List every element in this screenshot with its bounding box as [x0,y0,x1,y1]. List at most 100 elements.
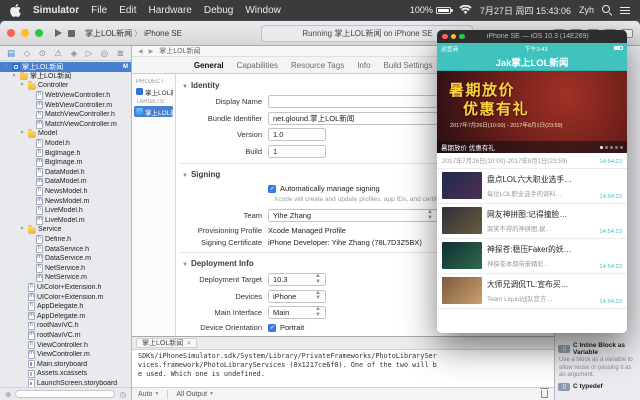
zoom-window-button[interactable] [35,29,43,37]
news-list-item[interactable]: 大师兄调侃TL:宣布买… Team Liquid战队官方… 14:54:23 [437,274,627,309]
navigator-file-row[interactable]: NewsModel.m [0,196,131,206]
zoom-window-button[interactable] [459,33,465,40]
report-navigator-icon[interactable]: ≣ [117,48,124,59]
run-button[interactable] [55,29,62,37]
snippet-item[interactable]: { } C Inline Block as Variable Use a blo… [558,342,637,379]
navigator-file-row[interactable]: BigImage.h [0,148,131,158]
news-list-item[interactable]: 神探苍:稳压Faker的妖… 神探苍本期带来精彩… 14:54:23 [437,239,627,274]
navigator-file-row[interactable]: DataService.m [0,254,131,264]
navigator-file-row[interactable]: NetService.m [0,273,131,283]
navigator-file-row[interactable]: UIColor+Extension.m [0,292,131,302]
close-window-button[interactable] [442,33,448,40]
version-field[interactable]: 1.0 [268,128,326,141]
issue-navigator-icon[interactable]: ⚠ [54,48,62,59]
navigator-file-row[interactable]: DataService.h [0,244,131,254]
find-navigator-icon[interactable]: ⊙ [39,48,46,59]
navigator-file-row[interactable]: ViewController.m [0,350,131,360]
test-navigator-icon[interactable]: ◈ [71,48,78,59]
settings-tab[interactable]: Info [357,61,370,70]
display-name-field[interactable] [268,95,438,108]
disclosure-triangle-icon[interactable] [11,74,17,80]
navigator-file-row[interactable]: Model.h [0,139,131,149]
devices-popup[interactable]: iPhone ▲ ▼ [268,289,326,303]
breakpoint-navigator-icon[interactable]: ◎ [101,48,108,59]
navigator-file-row[interactable]: NewsModel.h [0,187,131,197]
orientation-checkbox[interactable] [268,323,276,332]
forward-icon[interactable]: ▶ [149,48,154,55]
navigator-file-row[interactable]: BigImage.m [0,158,131,168]
navigator-file-row[interactable]: MatchViewController.m [0,120,131,130]
menubar-item[interactable]: File [91,5,107,16]
scheme-selector[interactable]: 掌上LOL新闻〉 iPhone SE [85,28,182,39]
disclosure-triangle-icon[interactable] [19,131,25,137]
news-list-item[interactable]: 盘点LOL六大职业选手… 每位LOL职业选手的资料… 14:54:23 [437,169,627,204]
close-icon[interactable]: ✕ [186,340,191,347]
stop-button[interactable] [68,29,75,37]
menubar-item[interactable]: Simulator [33,5,79,16]
close-window-button[interactable] [7,29,15,37]
project-item[interactable]: 掌上LOL新闻 [134,86,173,97]
navigator-file-row[interactable]: Main.storyboard [0,359,131,369]
bundle-identifier-field[interactable]: net.glound.掌上LOL新闻 [268,111,438,125]
auto-signing-checkbox[interactable] [268,184,276,193]
project-navigator-icon[interactable]: ▤ [7,48,15,59]
navigator-file-row[interactable]: Service [0,225,131,235]
breadcrumb[interactable]: 掌上LOL新闻 [159,46,200,56]
navigator-file-row[interactable]: Assets.xcassets [0,369,131,379]
minimize-window-button[interactable] [21,29,29,37]
settings-tab[interactable]: Resource Tags [291,61,344,70]
build-field[interactable]: 1 [268,144,326,158]
settings-tab[interactable]: General [194,61,224,70]
navigator-file-row[interactable]: AppDelegate.h [0,302,131,312]
recent-files-filter-icon[interactable]: ◷ [119,390,126,399]
symbol-navigator-icon[interactable]: ◇ [24,48,31,59]
navigator-file-row[interactable]: rootNaviVC.m [0,331,131,341]
variables-scope-popup[interactable]: Auto ▼ [138,391,159,398]
settings-tab[interactable]: Build Settings [384,61,433,70]
news-list-item[interactable]: 2017年7月26日(10:00)-2017年8月1日(23:59) 14:54… [437,153,627,169]
navigator-file-row[interactable]: MatchViewController.h [0,110,131,120]
navigator-file-row[interactable]: AppDelegate.m [0,311,131,321]
navigator-file-row[interactable]: LiveModel.h [0,206,131,216]
console-output[interactable]: SDKs/iPhoneSimulator.sdk/System/Library/… [132,350,554,387]
apple-icon[interactable] [10,3,21,17]
navigator-file-row[interactable]: 掌上LOL新闻 M [0,62,131,72]
navigator-file-row[interactable]: DataModel.h [0,168,131,178]
disclosure-triangle-icon[interactable] [3,64,9,70]
deployment-target-popup[interactable]: 10.3 ▲ ▼ [268,273,326,287]
navigator-file-row[interactable]: LiveModel.m [0,216,131,226]
promo-banner[interactable]: 暑期放价 优惠有礼 2017年7月26日(10:00) - 2017年8月1日(… [437,71,627,153]
notification-center-icon[interactable] [620,6,630,15]
menu-bar-user[interactable]: Zyh [579,5,594,15]
spotlight-icon[interactable] [602,5,612,15]
menubar-item[interactable]: Hardware [148,5,191,16]
add-icon[interactable]: ⊕ [5,390,11,399]
menu-bar-clock[interactable]: 7月27日 周四 15:43:06 [480,4,571,17]
debug-session-tab[interactable]: 掌上LOL新闻 ✕ [136,338,198,348]
wifi-icon[interactable] [459,5,472,15]
navigator-file-row[interactable]: LaunchScreen.storyboard [0,379,131,387]
disclosure-triangle-icon[interactable] [19,83,25,89]
menubar-item[interactable]: Debug [204,5,233,16]
navigator-filter-field[interactable] [15,390,116,398]
navigator-file-row[interactable]: Define.h [0,235,131,245]
news-list-item[interactable]: 网友神拼图:记得撞脸… 哭笑不得的神拼图,娱… 14:54:23 [437,204,627,239]
navigator-file-row[interactable]: DataModel.m [0,177,131,187]
navigator-file-row[interactable]: WebViewController.h [0,91,131,101]
disclosure-triangle-icon[interactable] [19,227,25,233]
minimize-window-button[interactable] [450,33,456,40]
back-icon[interactable]: ◀ [138,48,143,55]
navigator-file-row[interactable]: NetService.h [0,263,131,273]
console-scope-popup[interactable]: All Output ▼ [176,391,214,398]
team-popup[interactable]: Yihe Zhang ▲ ▼ [268,209,438,223]
clear-console-icon[interactable] [540,388,549,398]
target-item[interactable]: 掌上LOL新闻 [134,106,173,117]
settings-tab[interactable]: Capabilities [237,61,278,70]
main-interface-popup[interactable]: Main ▲ ▼ [268,306,326,320]
navigator-file-row[interactable]: UIColor+Extension.h [0,283,131,293]
navigator-file-row[interactable]: Controller [0,81,131,91]
navigator-file-row[interactable]: WebViewController.m [0,100,131,110]
navigator-file-row[interactable]: 掌上LOL新闻 [0,71,131,82]
menubar-item[interactable]: Window [245,5,281,16]
battery-status[interactable]: 100% [410,5,453,15]
